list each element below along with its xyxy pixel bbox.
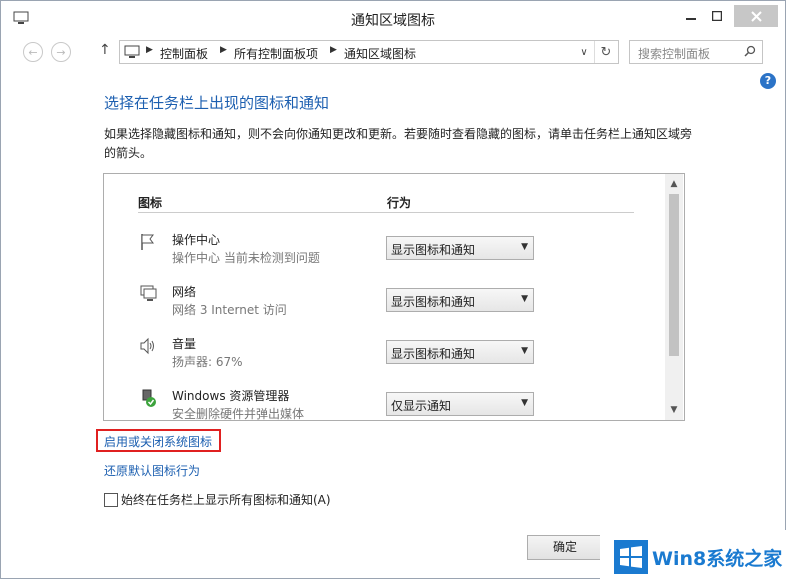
item-name: 网络 (172, 285, 197, 299)
toggle-system-icons-link[interactable]: 启用或关闭系统图标 (104, 433, 212, 450)
watermark: Win8系统之家 (600, 530, 786, 579)
page-title: 选择在任务栏上出现的图标和通知 (104, 94, 330, 112)
chevron-down-icon: ▼ (521, 242, 528, 252)
item-detail: 操作中心 当前未检测到问题 (172, 251, 320, 265)
speaker-icon (140, 337, 154, 355)
windows-logo-icon (614, 540, 648, 574)
ok-button[interactable]: 确定 (527, 535, 603, 560)
scroll-down-icon[interactable]: ▼ (665, 402, 683, 418)
search-icon (744, 45, 756, 57)
refresh-button[interactable]: ↻ (594, 41, 617, 63)
forward-button[interactable]: → (51, 42, 71, 62)
up-button[interactable]: ↑ (99, 42, 111, 58)
list-item: Windows 资源管理器 安全删除硬件并弹出媒体 仅显示通知 ▼ (138, 382, 658, 421)
search-input[interactable]: 搜索控制面板 (629, 40, 763, 64)
list-item: 音量 扬声器: 67% 显示图标和通知 ▼ (138, 330, 658, 378)
column-header-icon: 图标 (138, 196, 163, 210)
behavior-value: 显示图标和通知 (391, 243, 476, 257)
behavior-value: 仅显示通知 (391, 399, 452, 413)
item-detail: 安全删除硬件并弹出媒体 (172, 407, 305, 421)
breadcrumb-separator-icon: ▶ (220, 45, 227, 55)
network-icon (140, 285, 157, 301)
notification-icons-list: 图标 行为 操作中心 操作中心 当前未检测到问题 显示图标和通知 ▼ 网络 网络… (103, 173, 685, 421)
window-title: 通知区域图标 (351, 13, 435, 29)
control-panel-small-icon (124, 45, 140, 58)
address-history-dropdown[interactable]: ∨ (576, 41, 592, 63)
column-header-behavior: 行为 (387, 196, 412, 210)
restore-defaults-link[interactable]: 还原默认图标行为 (104, 462, 200, 479)
breadcrumb-item[interactable]: 控制面板 (160, 45, 208, 62)
minimize-button[interactable] (683, 5, 699, 27)
behavior-value: 显示图标和通知 (391, 295, 476, 309)
breadcrumb-separator-icon: ▶ (330, 45, 337, 55)
watermark-text: Win8系统之家 (652, 548, 783, 570)
header-divider (138, 212, 634, 213)
behavior-select[interactable]: 显示图标和通知 ▼ (386, 288, 534, 312)
item-detail: 网络 3 Internet 访问 (172, 303, 287, 317)
usb-safe-remove-icon (142, 389, 156, 407)
page-description: 如果选择隐藏图标和通知，则不会向你通知更改和更新。若要随时查看隐藏的图标，请单击… (104, 127, 693, 160)
item-name: Windows 资源管理器 (172, 389, 290, 403)
back-arrow-icon: ← (28, 45, 38, 59)
chevron-down-icon: ▼ (521, 398, 528, 408)
scrollbar-thumb[interactable] (669, 194, 679, 356)
breadcrumb-item[interactable]: 所有控制面板项 (234, 45, 318, 62)
refresh-icon: ↻ (600, 44, 612, 60)
flag-icon (141, 234, 154, 250)
address-bar[interactable]: ▶ 控制面板 ▶ 所有控制面板项 ▶ 通知区域图标 ∨ ↻ (119, 40, 619, 64)
close-icon (750, 10, 762, 22)
always-show-label: 始终在任务栏上显示所有图标和通知(A) (121, 493, 331, 507)
help-icon[interactable]: ? (760, 73, 776, 89)
item-name: 音量 (172, 337, 197, 351)
close-button[interactable] (734, 5, 778, 27)
chevron-down-icon: ▼ (521, 294, 528, 304)
item-detail: 扬声器: 67% (172, 355, 243, 369)
minimize-icon (686, 18, 696, 20)
control-panel-window: 通知区域图标 ← → ↑ ▶ 控制面板 ▶ 所有控制面板项 ▶ 通知区域图标 ∨… (0, 0, 786, 579)
list-item: 网络 网络 3 Internet 访问 显示图标和通知 ▼ (138, 278, 658, 326)
navigation-bar: ← → ↑ ▶ 控制面板 ▶ 所有控制面板项 ▶ 通知区域图标 ∨ ↻ 搜索控制… (1, 39, 785, 65)
breadcrumb-separator-icon: ▶ (146, 45, 153, 55)
behavior-value: 显示图标和通知 (391, 347, 476, 361)
vertical-scrollbar[interactable]: ▲ ▼ (665, 174, 683, 420)
title-bar: 通知区域图标 (1, 1, 785, 35)
list-item: 操作中心 操作中心 当前未检测到问题 显示图标和通知 ▼ (138, 226, 658, 274)
always-show-checkbox[interactable] (104, 493, 118, 507)
up-arrow-icon: ↑ (99, 42, 111, 58)
chevron-down-icon: ∨ (580, 46, 588, 58)
scroll-up-icon[interactable]: ▲ (665, 176, 683, 192)
maximize-icon (712, 11, 722, 21)
forward-arrow-icon: → (56, 45, 66, 59)
search-placeholder: 搜索控制面板 (638, 47, 711, 61)
maximize-button[interactable] (709, 5, 725, 27)
behavior-select[interactable]: 仅显示通知 ▼ (386, 392, 534, 416)
behavior-select[interactable]: 显示图标和通知 ▼ (386, 340, 534, 364)
back-button[interactable]: ← (23, 42, 43, 62)
behavior-select[interactable]: 显示图标和通知 ▼ (386, 236, 534, 260)
item-name: 操作中心 (172, 233, 221, 247)
breadcrumb-item[interactable]: 通知区域图标 (344, 45, 416, 62)
chevron-down-icon: ▼ (521, 346, 528, 356)
